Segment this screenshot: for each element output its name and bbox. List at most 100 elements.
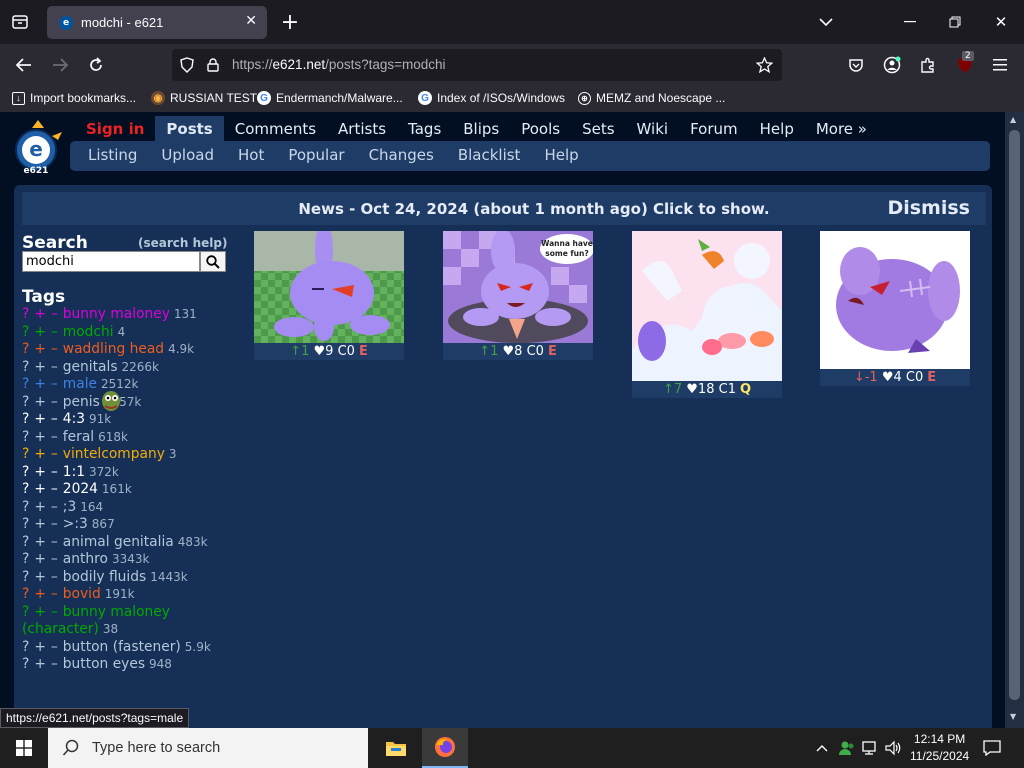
tag-exclude-link[interactable]: – [51,359,58,375]
tag-name-link[interactable]: bovid [63,586,101,602]
search-button[interactable] [200,251,226,272]
tag-add-link[interactable]: + [34,446,46,462]
tag-name-link[interactable]: feral [63,429,94,445]
tag-exclude-link[interactable]: – [51,516,58,532]
scroll-down-arrow-icon[interactable]: ▼ [1010,712,1016,721]
network-icon[interactable] [860,736,882,760]
tag-name-link[interactable]: bunny maloney [63,306,170,322]
tag-add-link[interactable]: + [34,341,46,357]
ublock-extension-icon[interactable]: 2 [952,51,978,78]
tag-exclude-link[interactable]: – [51,656,58,672]
tag-name-link[interactable]: button eyes [63,656,145,672]
page-scrollbar[interactable]: ▲ ▼ [1005,112,1024,728]
tag-add-link[interactable]: + [34,411,46,427]
tab-manager-icon[interactable] [8,10,32,34]
nav-posts[interactable]: Posts [155,116,224,144]
tag-exclude-link[interactable]: – [51,341,58,357]
file-explorer-icon[interactable] [376,728,416,768]
forward-arrow-icon[interactable] [48,53,72,77]
subnav-popular[interactable]: Popular [276,141,356,171]
tag-name-link[interactable]: genitals [63,359,118,375]
tag-exclude-link[interactable]: – [51,446,58,462]
search-help-link[interactable]: (search help) [138,236,227,250]
tag-add-link[interactable]: + [34,429,46,445]
tag-wiki-link[interactable]: ? [22,324,29,340]
tag-wiki-link[interactable]: ? [22,639,29,655]
bookmark-import[interactable]: ↓ Import bookmarks... [12,91,136,105]
close-tab-icon[interactable]: ✕ [245,13,257,29]
tag-exclude-link[interactable]: – [51,394,58,410]
tag-wiki-link[interactable]: ? [22,359,29,375]
tag-add-link[interactable]: + [34,306,46,322]
nav-forum[interactable]: Forum [679,116,749,144]
tag-exclude-link[interactable]: – [51,499,58,515]
tag-add-link[interactable]: + [34,586,46,602]
tag-add-link[interactable]: + [34,604,46,620]
tag-name-link[interactable]: button (fastener) [63,639,181,655]
tag-wiki-link[interactable]: ? [22,446,29,462]
post-image-4[interactable] [820,231,970,369]
nav-artists[interactable]: Artists [327,116,397,144]
notifications-icon[interactable] [978,734,1006,762]
tag-name-link[interactable]: vintelcompany [63,446,165,462]
app-menu-hamburger-icon[interactable] [988,53,1012,77]
tag-wiki-link[interactable]: ? [22,516,29,532]
tag-name-link[interactable]: ;3 [63,499,76,515]
back-arrow-icon[interactable] [12,53,36,77]
firefox-taskbar-icon[interactable] [422,728,468,768]
tag-add-link[interactable]: + [34,639,46,655]
restore-window-icon[interactable] [943,10,967,34]
tag-add-link[interactable]: + [34,464,46,480]
tag-add-link[interactable]: + [34,516,46,532]
volume-icon[interactable] [883,736,905,760]
tag-wiki-link[interactable]: ? [22,464,29,480]
subnav-blacklist[interactable]: Blacklist [446,141,533,171]
tracking-shield-icon[interactable] [178,56,196,74]
tag-name-link[interactable]: penis [63,394,100,410]
post-thumbnail-2[interactable]: Wanna have some fun? ↑ 1 ♥8 C0 E [443,231,593,360]
people-icon[interactable] [836,736,858,760]
tag-wiki-link[interactable]: ? [22,499,29,515]
tag-wiki-link[interactable]: ? [22,376,29,392]
nav-comments[interactable]: Comments [224,116,327,144]
nav-pools[interactable]: Pools [510,116,571,144]
tag-name-link[interactable]: 1:1 [63,464,85,480]
tag-name-link[interactable]: >:3 [63,516,88,532]
reload-icon[interactable] [84,53,108,77]
pocket-icon[interactable] [844,53,868,77]
tag-wiki-link[interactable]: ? [22,394,29,410]
tag-add-link[interactable]: + [34,551,46,567]
tag-exclude-link[interactable]: – [51,551,58,567]
show-hidden-icons-chevron-icon[interactable] [812,736,832,760]
tag-wiki-link[interactable]: ? [22,341,29,357]
tag-add-link[interactable]: + [34,359,46,375]
tag-wiki-link[interactable]: ? [22,481,29,497]
tag-name-link[interactable]: male [63,376,97,392]
tag-add-link[interactable]: + [34,324,46,340]
close-window-icon[interactable]: ✕ [989,10,1013,34]
tag-name-link[interactable]: waddling head [63,341,164,357]
nav-help[interactable]: Help [749,116,805,144]
list-all-tabs-chevron-icon[interactable] [814,10,838,34]
tag-exclude-link[interactable]: – [51,569,58,585]
tag-exclude-link[interactable]: – [51,376,58,392]
tag-add-link[interactable]: + [34,656,46,672]
bookmark-endermanch[interactable]: G Endermanch/Malware... [257,91,403,105]
new-tab-icon[interactable]: + [278,10,302,35]
tag-exclude-link[interactable]: – [51,639,58,655]
tag-wiki-link[interactable]: ? [22,551,29,567]
tag-exclude-link[interactable]: – [51,464,58,480]
tag-exclude-link[interactable]: – [51,411,58,427]
tag-exclude-link[interactable]: – [51,534,58,550]
windows-start-icon[interactable] [0,728,48,768]
subnav-upload[interactable]: Upload [149,141,226,171]
lock-icon[interactable] [204,56,222,74]
tag-add-link[interactable]: + [34,481,46,497]
tag-wiki-link[interactable]: ? [22,586,29,602]
tag-name-link[interactable]: 4:3 [63,411,85,427]
tag-wiki-link[interactable]: ? [22,569,29,585]
tag-exclude-link[interactable]: – [51,429,58,445]
tag-name-link[interactable]: bodily fluids [63,569,146,585]
nav-more[interactable]: More » [805,116,878,144]
post-image-3[interactable] [632,231,782,381]
